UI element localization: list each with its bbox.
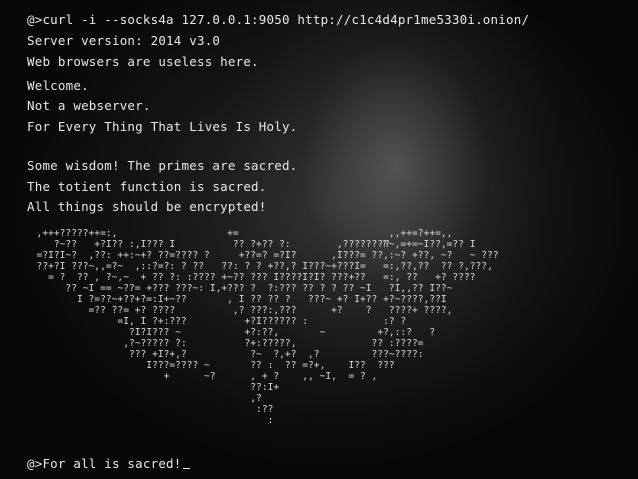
wisdom-line: Some wisdom! The primes are sacred. xyxy=(27,158,298,173)
text-cursor xyxy=(182,468,190,469)
encrypted-line: All things should be encrypted! xyxy=(27,199,267,214)
server-version-line: Server version: 2014 v3.0 xyxy=(27,33,221,48)
prompt-text: @>For all is sacred! xyxy=(27,456,182,471)
terminal-screen: @>curl -i --socks4a 127.0.0.1:9050 http:… xyxy=(0,0,638,479)
totient-line: The totient function is sacred. xyxy=(27,179,267,194)
ascii-art-bird: ,+++?????++=:, += ,,++=?++=,, ?~?? +?I??… xyxy=(36,228,499,426)
command-prompt[interactable]: @>For all is sacred! xyxy=(27,456,190,472)
not-webserver-line: Not a webserver. xyxy=(27,98,151,113)
welcome-line: Welcome. xyxy=(27,78,89,93)
holy-line: For Every Thing That Lives Is Holy. xyxy=(27,119,298,134)
browsers-note-line: Web browsers are useless here. xyxy=(27,54,259,69)
curl-command-line: @>curl -i --socks4a 127.0.0.1:9050 http:… xyxy=(27,12,530,27)
